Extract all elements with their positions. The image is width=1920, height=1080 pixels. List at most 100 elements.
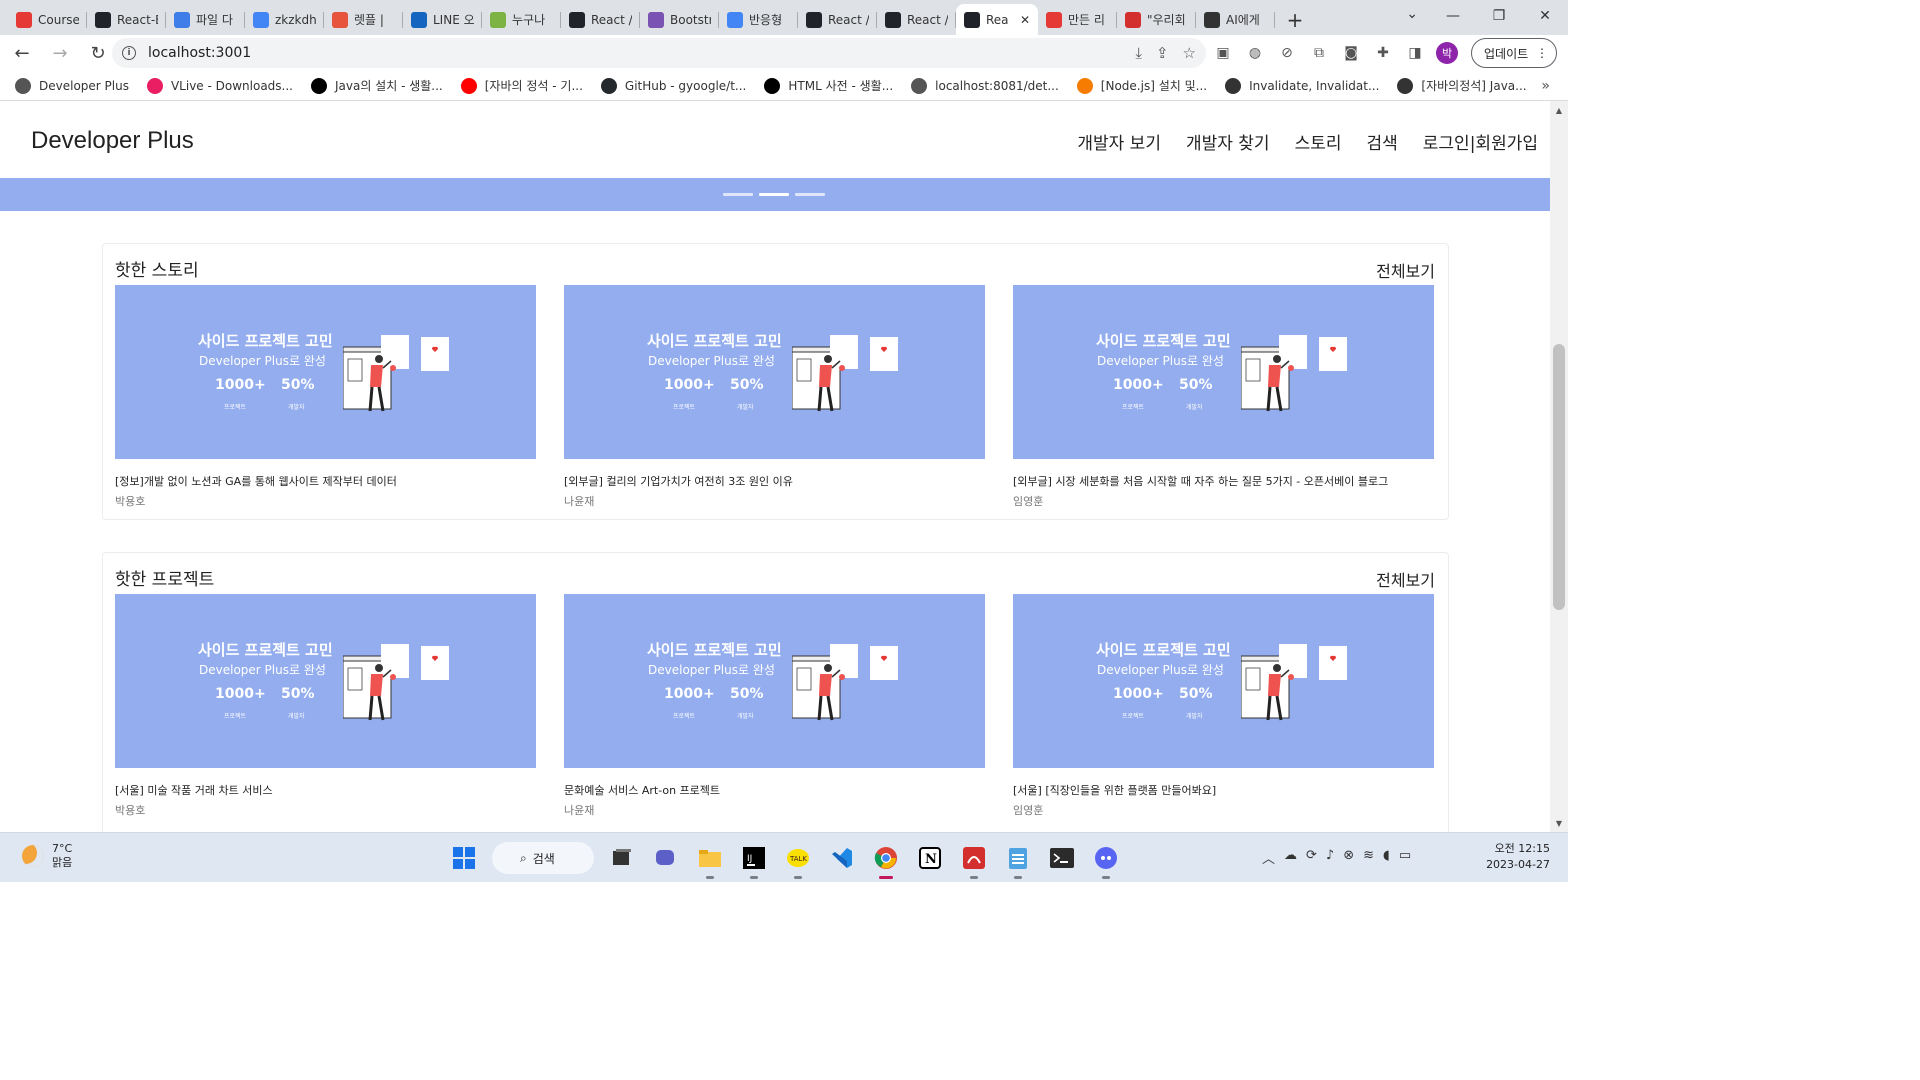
- notion-icon[interactable]: N: [914, 842, 946, 874]
- share-icon[interactable]: ⇪: [1156, 44, 1169, 62]
- minimize-button[interactable]: —: [1430, 0, 1476, 32]
- acrobat-icon[interactable]: [958, 842, 990, 879]
- install-app-icon[interactable]: ⤓: [1135, 44, 1142, 62]
- site-info-icon[interactable]: i: [122, 46, 136, 60]
- scroll-up-arrow[interactable]: ▲: [1550, 103, 1568, 117]
- extensions-puzzle-icon[interactable]: ✚: [1372, 42, 1394, 64]
- content-card[interactable]: 사이드 프로젝트 고민 Developer Plus로 완성 1000+ 50% 프로젝…: [564, 594, 985, 818]
- reload-button[interactable]: ↻: [82, 37, 114, 69]
- menu-dots-icon[interactable]: ⋮: [1536, 46, 1548, 60]
- close-window-button[interactable]: ✕: [1522, 0, 1568, 32]
- tab[interactable]: React-E: [87, 4, 166, 35]
- nav-item[interactable]: 개발자 보기: [1077, 129, 1161, 154]
- task-view-icon[interactable]: [606, 842, 638, 874]
- tab[interactable]: React /: [798, 4, 877, 35]
- bookmark-item[interactable]: Java의 설치 - 생활...: [310, 77, 443, 94]
- chrome-icon[interactable]: [870, 842, 902, 879]
- content-card[interactable]: 사이드 프로젝트 고민 Developer Plus로 완성 1000+ 50% 프로젝…: [115, 285, 536, 509]
- tab[interactable]: 만든 리: [1038, 4, 1117, 35]
- tab[interactable]: "우리회: [1117, 4, 1196, 35]
- scroll-down-arrow[interactable]: ▼: [1550, 816, 1568, 830]
- card-title[interactable]: [서울] 미술 작품 거래 차트 서비스: [115, 782, 536, 798]
- bookmark-item[interactable]: Invalidate, Invalidat...: [1225, 77, 1379, 94]
- site-logo[interactable]: Developer Plus: [31, 127, 194, 155]
- onedrive-icon[interactable]: ☁: [1284, 848, 1297, 867]
- bookmark-item[interactable]: Developer Plus: [15, 77, 129, 94]
- extension-compass-icon[interactable]: ⊘: [1276, 42, 1298, 64]
- tray-overflow-icon[interactable]: ︿: [1262, 848, 1275, 867]
- bookmark-star-icon[interactable]: ☆: [1183, 44, 1196, 62]
- see-all-link[interactable]: 전체보기: [1376, 258, 1435, 282]
- nav-item[interactable]: 개발자 찾기: [1186, 129, 1270, 154]
- content-card[interactable]: 사이드 프로젝트 고민 Developer Plus로 완성 1000+ 50% 프로젝…: [564, 285, 985, 509]
- tab[interactable]: zkzkdh: [245, 4, 324, 35]
- carousel-dot[interactable]: [723, 193, 753, 196]
- bookmark-item[interactable]: [자바의정석] Java...: [1397, 77, 1527, 94]
- vscode-icon[interactable]: [826, 842, 858, 874]
- profile-avatar[interactable]: 박: [1436, 42, 1458, 64]
- taskbar-search[interactable]: ⌕ 검색: [492, 842, 594, 874]
- taskbar-clock[interactable]: 오전 12:15 2023-04-27: [1484, 841, 1550, 873]
- tab-active[interactable]: Rea ✕: [956, 4, 1038, 35]
- file-explorer-icon[interactable]: [694, 842, 726, 879]
- bookmark-item[interactable]: GitHub - gyoogle/t...: [600, 77, 746, 94]
- card-title[interactable]: 문화예술 서비스 Art-on 프로젝트: [564, 782, 985, 798]
- back-button[interactable]: ←: [6, 37, 38, 69]
- extension-globe-icon[interactable]: ◍: [1244, 42, 1266, 64]
- nav-item[interactable]: 검색: [1367, 129, 1398, 154]
- tab[interactable]: 렛플 |: [324, 4, 403, 35]
- card-thumbnail[interactable]: 사이드 프로젝트 고민 Developer Plus로 완성 1000+ 50% 프로젝…: [564, 594, 985, 768]
- bookmark-item[interactable]: HTML 사전 - 생활...: [764, 77, 893, 94]
- tab[interactable]: React /: [561, 4, 640, 35]
- forward-button[interactable]: →: [44, 37, 76, 69]
- extension-translate-icon[interactable]: ⧉: [1308, 42, 1330, 64]
- card-title[interactable]: [외부글] 컬리의 기업가치가 여전히 3조 원인 이유: [564, 473, 985, 489]
- tab[interactable]: React /: [877, 4, 956, 35]
- carousel-dot-active[interactable]: [759, 193, 789, 196]
- volume-icon[interactable]: ◖: [1383, 848, 1390, 867]
- bookmark-item[interactable]: [Node.js] 설치 및...: [1076, 77, 1207, 94]
- nav-item[interactable]: 스토리: [1295, 129, 1342, 154]
- address-bar[interactable]: i localhost:3001 ⤓ ⇪ ☆: [112, 38, 1206, 68]
- card-thumbnail[interactable]: 사이드 프로젝트 고민 Developer Plus로 완성 1000+ 50% 프로젝…: [1013, 594, 1434, 768]
- tab-close-icon[interactable]: ✕: [1020, 13, 1030, 27]
- content-card[interactable]: 사이드 프로젝트 고민 Developer Plus로 완성 1000+ 50% 프로젝…: [115, 594, 536, 818]
- card-thumbnail[interactable]: 사이드 프로젝트 고민 Developer Plus로 완성 1000+ 50% 프로젝…: [1013, 285, 1434, 459]
- kakaotalk-icon[interactable]: TALK: [782, 842, 814, 879]
- card-title[interactable]: [외부글] 시장 세분화를 처음 시작할 때 자주 하는 질문 5가지 - 오픈…: [1013, 473, 1434, 489]
- bookmark-item[interactable]: VLive - Downloads...: [146, 77, 293, 94]
- weather-widget[interactable]: 7°C 맑음: [22, 842, 72, 870]
- page-scrollbar[interactable]: ▲ ▼: [1550, 101, 1568, 832]
- card-thumbnail[interactable]: 사이드 프로젝트 고민 Developer Plus로 완성 1000+ 50% 프로젝…: [115, 285, 536, 459]
- card-thumbnail[interactable]: 사이드 프로젝트 고민 Developer Plus로 완성 1000+ 50% 프로젝…: [115, 594, 536, 768]
- microphone-icon[interactable]: ♪: [1326, 848, 1334, 867]
- nav-item[interactable]: 로그인|회원가입: [1423, 129, 1538, 154]
- screenshot-icon[interactable]: ◙: [1340, 42, 1362, 64]
- carousel-dot[interactable]: [795, 193, 825, 196]
- tab[interactable]: Bootstr: [640, 4, 719, 35]
- card-title[interactable]: [서울] [직장인들을 위한 플랫폼 만들어봐요]: [1013, 782, 1434, 798]
- tab[interactable]: 누구나: [482, 4, 561, 35]
- tab[interactable]: 파일 다: [166, 4, 245, 35]
- tab[interactable]: Course: [8, 4, 87, 35]
- card-thumbnail[interactable]: 사이드 프로젝트 고민 Developer Plus로 완성 1000+ 50% 프로젝…: [564, 285, 985, 459]
- terminal-icon[interactable]: [1046, 842, 1078, 874]
- bookmarks-overflow-icon[interactable]: »: [1541, 78, 1550, 94]
- card-title[interactable]: [정보]개발 없이 노션과 GA를 통해 웹사이트 제작부터 데이터: [115, 473, 536, 489]
- tab[interactable]: LINE 오: [403, 4, 482, 35]
- discord-icon[interactable]: [1090, 842, 1122, 879]
- sync-icon[interactable]: ⟳: [1306, 848, 1317, 867]
- battery-icon[interactable]: ▭: [1399, 848, 1411, 867]
- tab[interactable]: 반응형: [719, 4, 798, 35]
- update-button[interactable]: 업데이트 ⋮: [1471, 38, 1557, 68]
- start-icon[interactable]: [448, 842, 480, 874]
- see-all-link[interactable]: 전체보기: [1376, 567, 1435, 591]
- media-icon[interactable]: ▣: [1212, 42, 1234, 64]
- content-card[interactable]: 사이드 프로젝트 고민 Developer Plus로 완성 1000+ 50% 프로젝…: [1013, 285, 1434, 509]
- close-circle-icon[interactable]: ⊗: [1343, 848, 1354, 867]
- intellij-icon[interactable]: IJ: [738, 842, 770, 879]
- restore-button[interactable]: ❐: [1476, 0, 1522, 32]
- scrollbar-thumb[interactable]: [1553, 344, 1565, 610]
- content-card[interactable]: 사이드 프로젝트 고민 Developer Plus로 완성 1000+ 50% 프로젝…: [1013, 594, 1434, 818]
- wifi-icon[interactable]: ≋: [1363, 848, 1374, 867]
